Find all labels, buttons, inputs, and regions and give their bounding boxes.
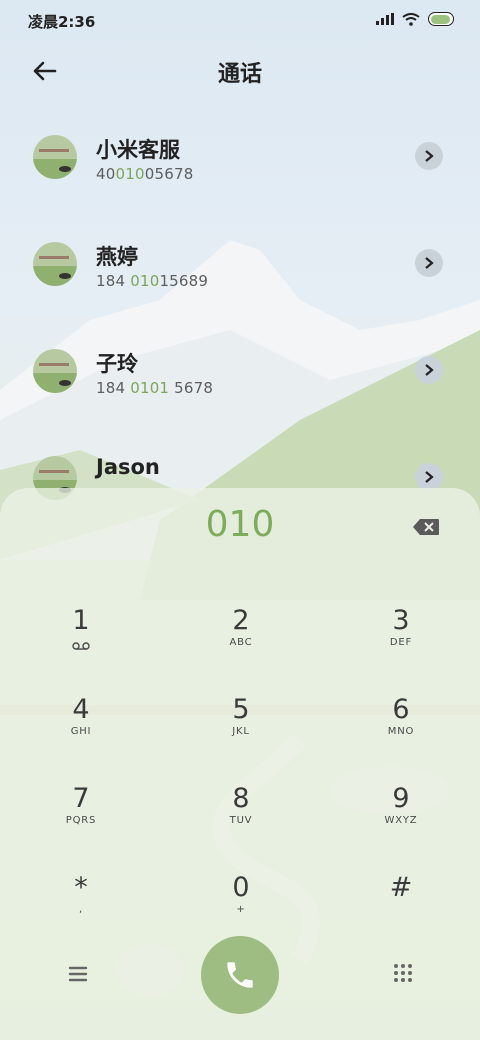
key-7[interactable]: 7 PQRS: [21, 784, 141, 864]
key-1[interactable]: 1: [21, 606, 141, 686]
menu-icon[interactable]: [66, 962, 90, 986]
key-2[interactable]: 2 ABC: [181, 606, 301, 686]
contact-name: 子玲: [96, 352, 138, 376]
key-star[interactable]: * ,: [21, 873, 141, 953]
signal-icon: [376, 13, 394, 25]
contact-name: 燕婷: [96, 245, 138, 269]
backspace-icon[interactable]: [412, 518, 440, 536]
key-3[interactable]: 3 DEF: [341, 606, 461, 686]
contact-avatar: [33, 242, 77, 286]
dialpad-grid-icon[interactable]: [392, 962, 414, 984]
battery-icon: [428, 12, 454, 26]
key-9[interactable]: 9 WXYZ: [341, 784, 461, 864]
chevron-right-icon: [425, 150, 434, 162]
wifi-icon: [402, 12, 420, 26]
status-time: 凌晨2:36: [28, 13, 96, 31]
chevron-right-icon: [425, 364, 434, 376]
chevron-right-icon: [425, 257, 434, 269]
contact-avatar: [33, 135, 77, 179]
contact-detail-button[interactable]: [415, 142, 443, 170]
page-title: 通话: [217, 62, 262, 87]
key-8[interactable]: 8 TUV: [181, 784, 301, 864]
contact-detail-button[interactable]: [415, 463, 443, 491]
key-hash[interactable]: #: [341, 873, 461, 953]
contact-detail-button[interactable]: [415, 249, 443, 277]
key-5[interactable]: 5 JKL: [181, 695, 301, 775]
contact-number: 184 0101 5678: [96, 379, 214, 397]
status-bar: 凌晨2:36: [0, 0, 480, 40]
voicemail-icon: [72, 642, 90, 650]
contact-avatar: [33, 349, 77, 393]
call-button[interactable]: [201, 936, 279, 1014]
contact-name: 小米客服: [96, 138, 180, 162]
contact-number: 4001005678: [96, 165, 194, 183]
key-4[interactable]: 4 GHI: [21, 695, 141, 775]
contact-item[interactable]: 子玲 184 0101 5678: [0, 334, 480, 414]
phone-icon: [227, 962, 253, 988]
header: 通话: [0, 50, 480, 90]
dialed-number: 010: [205, 504, 275, 545]
status-icons: [376, 12, 454, 26]
dialpad-panel: 010 1 2 ABC 3 DEF 4 GHI 5 JKL 6 MNO 7 PQ…: [0, 488, 480, 1040]
contact-item[interactable]: 燕婷 184 01015689: [0, 227, 480, 307]
contact-detail-button[interactable]: [415, 356, 443, 384]
chevron-right-icon: [425, 471, 434, 483]
contact-item[interactable]: 小米客服 4001005678: [0, 120, 480, 200]
contact-number: 184 01015689: [96, 272, 209, 290]
key-6[interactable]: 6 MNO: [341, 695, 461, 775]
contact-name: Jason: [96, 455, 160, 479]
